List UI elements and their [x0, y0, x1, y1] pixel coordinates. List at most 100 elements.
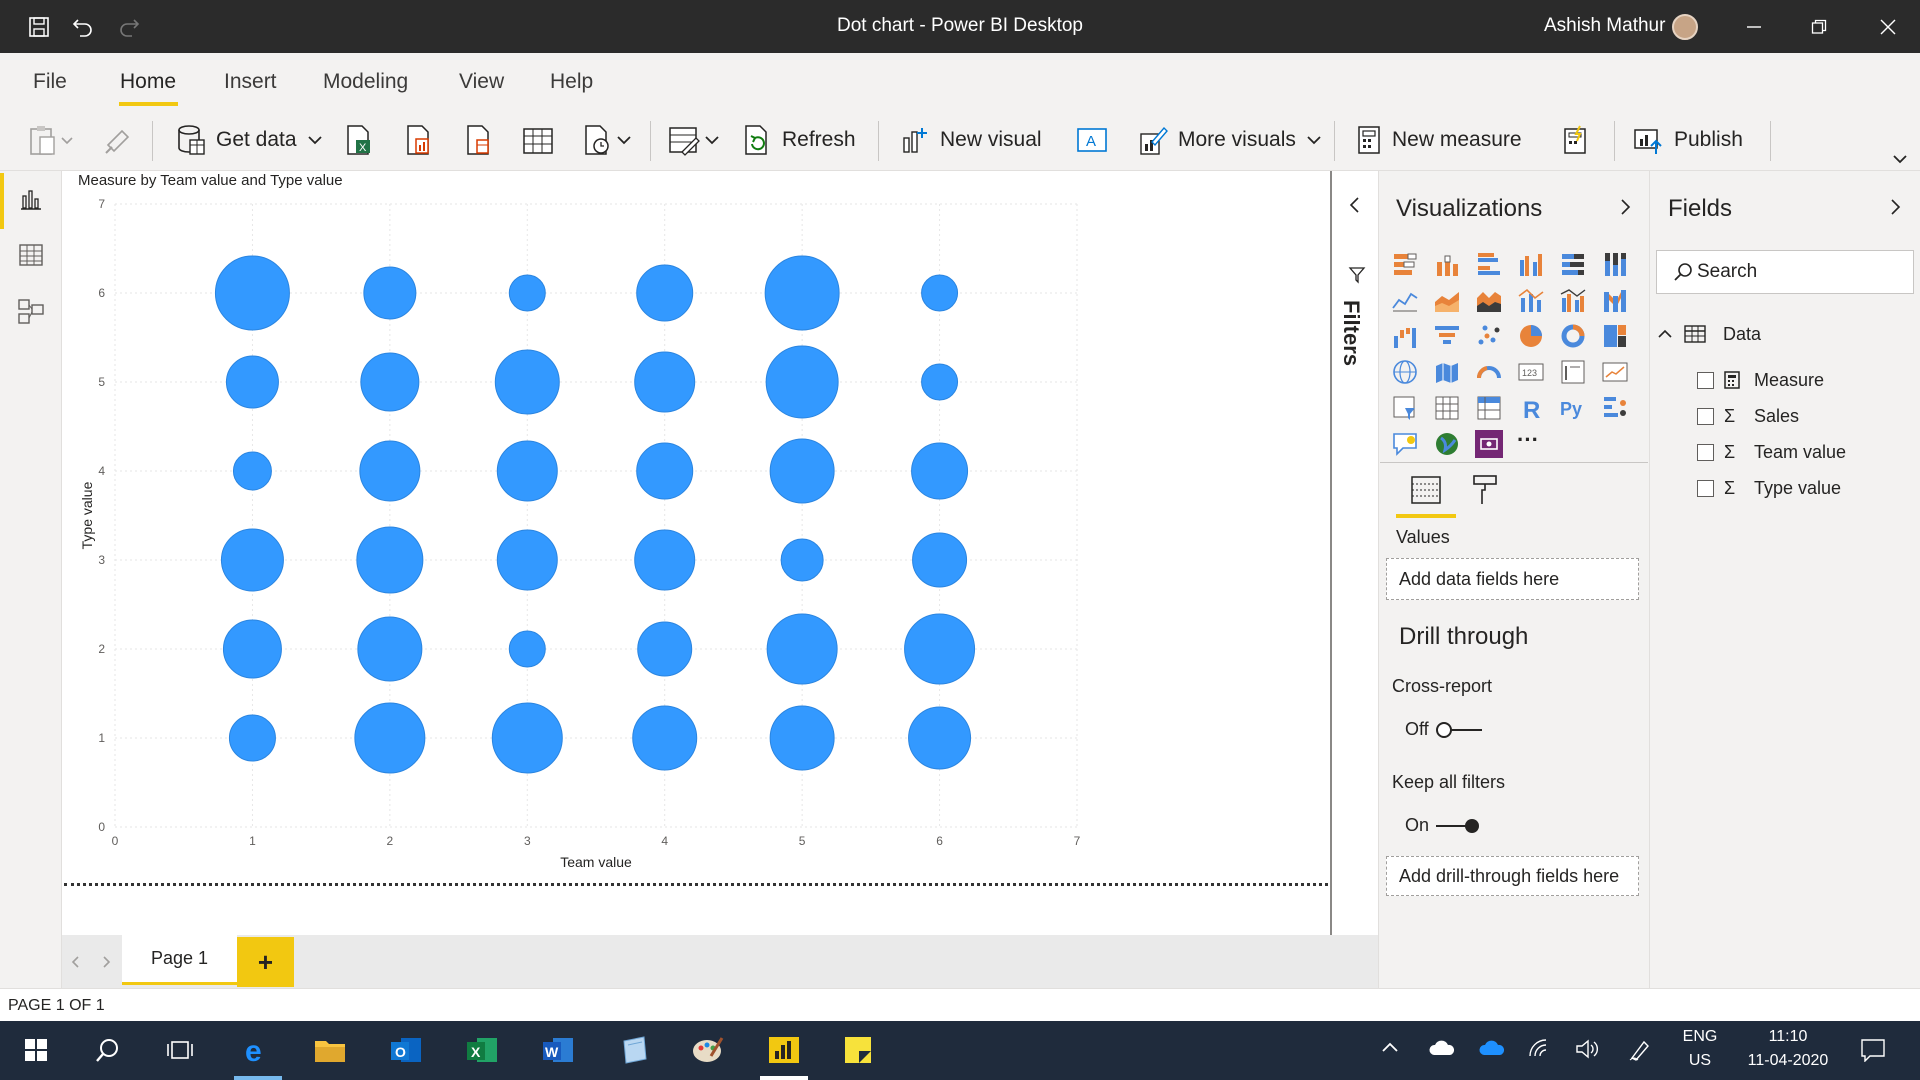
gauge-icon[interactable] [1475, 358, 1503, 386]
checkbox[interactable] [1697, 407, 1714, 425]
onedrive-icon[interactable] [1428, 1039, 1456, 1062]
notifications-icon[interactable] [1860, 1038, 1886, 1067]
r-visual-icon[interactable]: R [1517, 394, 1545, 422]
matrix-icon[interactable] [1475, 394, 1503, 422]
chevron-up-icon[interactable] [1380, 1040, 1400, 1059]
menu-help[interactable]: Help [550, 70, 593, 94]
scatter-chart[interactable]: 0 1 2 3 4 5 6 7 0 1 2 3 4 5 6 7 Team value Type value [62, 190, 1092, 880]
key-influencers-icon[interactable] [1601, 394, 1629, 422]
word-icon[interactable]: W [534, 1028, 582, 1072]
clustered-bar-icon[interactable] [1475, 250, 1503, 278]
avatar[interactable] [1672, 14, 1698, 40]
add-page-button[interactable]: + [237, 937, 294, 987]
sql-server-icon[interactable] [464, 121, 494, 159]
python-visual-icon[interactable]: Py [1559, 394, 1587, 422]
edge-browser-icon[interactable]: e [234, 1028, 282, 1072]
checkbox[interactable] [1697, 479, 1714, 497]
slicer-icon[interactable] [1391, 394, 1419, 422]
100-stacked-bar-icon[interactable] [1559, 250, 1587, 278]
field-item[interactable]: Measure [1697, 368, 1824, 392]
chevron-left-icon[interactable] [1348, 196, 1362, 214]
kpi-icon[interactable] [1601, 358, 1629, 386]
user-name[interactable]: Ashish Mathur [1544, 15, 1665, 37]
field-item[interactable]: Σ Type value [1697, 476, 1841, 500]
close-icon[interactable] [1856, 0, 1920, 53]
funnel-chart-icon[interactable] [1433, 322, 1461, 350]
clustered-column-icon[interactable] [1517, 250, 1545, 278]
format-painter-icon[interactable] [102, 121, 132, 159]
publish-button[interactable]: Publish [1632, 121, 1743, 159]
chevron-up-icon[interactable] [1656, 326, 1674, 342]
filters-pane[interactable] [1330, 171, 1378, 935]
menu-insert[interactable]: Insert [224, 70, 277, 94]
drill-through-well[interactable]: Add drill-through fields here [1386, 856, 1639, 896]
more-visuals-ellipsis[interactable]: ··· [1517, 429, 1545, 458]
format-paint-roller-icon[interactable] [1470, 473, 1500, 507]
file-explorer-icon[interactable] [306, 1028, 354, 1072]
stacked-column-icon[interactable] [1433, 250, 1461, 278]
ribbon-chart-icon[interactable] [1601, 286, 1629, 314]
search-input[interactable]: Search [1656, 250, 1914, 294]
new-visual-button[interactable]: New visual [900, 121, 1042, 159]
minimize-icon[interactable] [1722, 0, 1786, 53]
arcgis-map-icon[interactable] [1433, 430, 1461, 458]
text-box-icon[interactable]: A [1076, 121, 1108, 159]
field-item[interactable]: Σ Sales [1697, 404, 1799, 428]
chevron-right-icon[interactable] [100, 955, 112, 969]
line-chart-icon[interactable] [1391, 286, 1419, 314]
paint-icon[interactable] [684, 1028, 732, 1072]
search-icon[interactable] [84, 1028, 132, 1072]
filled-map-icon[interactable] [1433, 358, 1461, 386]
line-clustered-column-icon[interactable] [1559, 286, 1587, 314]
chevron-right-icon[interactable] [1888, 198, 1902, 216]
sticky-notes-icon[interactable] [834, 1028, 882, 1072]
treemap-icon[interactable] [1601, 322, 1629, 350]
waterfall-chart-icon[interactable] [1391, 322, 1419, 350]
table-name[interactable]: Data [1723, 324, 1761, 345]
menu-home[interactable]: Home [120, 70, 176, 94]
stacked-bar-icon[interactable] [1391, 250, 1419, 278]
notepad-icon[interactable] [610, 1028, 658, 1072]
filters-label[interactable]: Filters [1338, 300, 1364, 366]
scatter-chart-icon[interactable] [1475, 322, 1503, 350]
keep-filters-toggle[interactable] [1434, 815, 1484, 837]
cross-report-toggle[interactable] [1434, 719, 1484, 741]
excel-import-icon[interactable]: X [344, 121, 374, 159]
fields-well-icon[interactable] [1410, 473, 1442, 507]
page-tab[interactable]: Page 1 [122, 935, 237, 985]
report-view-icon[interactable] [0, 171, 62, 227]
task-view-icon[interactable] [156, 1028, 204, 1072]
100-stacked-column-icon[interactable] [1601, 250, 1629, 278]
volume-icon[interactable] [1574, 1038, 1600, 1065]
paste-button[interactable] [28, 121, 74, 159]
data-view-icon[interactable] [0, 227, 62, 283]
language-indicator[interactable]: ENG US [1682, 1028, 1718, 1070]
get-data-button[interactable]: Get data [176, 121, 325, 159]
values-well[interactable]: Add data fields here [1386, 558, 1639, 600]
table-icon[interactable] [1433, 394, 1461, 422]
area-chart-icon[interactable] [1433, 286, 1461, 314]
donut-chart-icon[interactable] [1559, 322, 1587, 350]
line-column-icon[interactable] [1517, 286, 1545, 314]
card-icon[interactable]: 123 [1517, 358, 1545, 386]
model-view-icon[interactable] [0, 283, 62, 339]
multi-row-card-icon[interactable] [1559, 358, 1587, 386]
more-visuals-button[interactable]: More visuals [1138, 121, 1324, 159]
power-apps-icon[interactable] [1475, 430, 1503, 458]
transform-data-button[interactable] [668, 121, 724, 159]
menu-view[interactable]: View [459, 70, 504, 94]
chevron-right-icon[interactable] [1618, 198, 1632, 216]
windows-start-icon[interactable] [12, 1028, 60, 1072]
checkbox[interactable] [1697, 443, 1714, 461]
onedrive-business-icon[interactable] [1478, 1039, 1506, 1062]
menu-modeling[interactable]: Modeling [323, 70, 408, 94]
refresh-button[interactable]: Refresh [742, 121, 856, 159]
new-measure-button[interactable]: New measure [1356, 121, 1522, 159]
quick-measure-icon[interactable] [1560, 121, 1590, 159]
checkbox[interactable] [1697, 371, 1714, 389]
power-bi-icon[interactable] [760, 1028, 808, 1072]
map-icon[interactable] [1391, 358, 1419, 386]
wifi-icon[interactable] [1528, 1038, 1552, 1065]
qa-visual-icon[interactable] [1391, 430, 1419, 458]
chevron-left-icon[interactable] [70, 955, 82, 969]
